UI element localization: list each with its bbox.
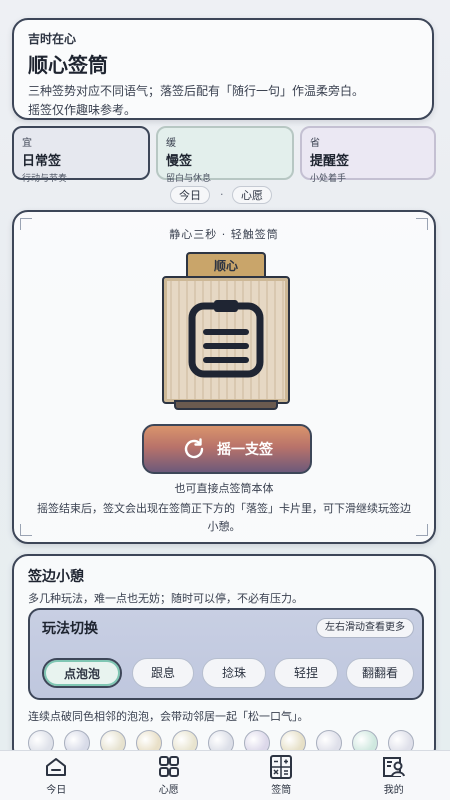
tab-label: 我的 [383, 785, 404, 796]
mode-name: 提醒签 [310, 154, 350, 169]
result-description: 摇签结束后，签文会出现在签筒正下方的「落签」卡片里，可下滑继续玩签边小憩。 [37, 502, 411, 533]
tab-profile[interactable]: 我的 [338, 751, 450, 800]
game-chip-beads[interactable]: 捻珠 [202, 658, 266, 688]
header-desc-line1: 三种签势对应不同语气；落签后配有「随行一句」作温柔旁白。 [28, 84, 365, 98]
corner-decoration [416, 524, 428, 536]
mode-tag: 缓 [166, 138, 176, 149]
mode-subtitle: 行动与节奏 [22, 174, 68, 184]
grid-icon [158, 756, 179, 777]
game-switch-title: 玩法切换 [42, 621, 98, 637]
mode-card-slow[interactable]: 缓 慢签 留白与休息 [156, 126, 294, 184]
scroll-more-hint[interactable]: 左右滑动查看更多 [316, 618, 414, 638]
header-eyebrow: 吉时在心 [28, 32, 77, 46]
shake-button-label: 摇一支签 [217, 442, 273, 458]
corner-decoration [20, 524, 32, 536]
mode-subtitle: 留白与休息 [166, 174, 212, 184]
mode-name: 慢签 [166, 154, 193, 169]
tab-label: 心愿 [158, 785, 179, 796]
games-card: 签边小憩 多几种玩法，难一点也无妨；随时可以停，不必有压力。 玩法切换 左右滑动… [12, 554, 436, 764]
game-chip-flip[interactable]: 翻翻看 [346, 658, 414, 688]
home-icon [46, 758, 67, 776]
segment-separator: · [220, 188, 224, 201]
tap-hint: 也可直接点签筒本体 [174, 482, 274, 495]
header-desc-line2: 摇签仅作趣味参考。 [28, 103, 137, 117]
games-description: 多几种玩法，难一点也无妨；随时可以停，不必有压力。 [28, 592, 303, 605]
tab-wish[interactable]: 心愿 [113, 751, 226, 800]
segment-today[interactable]: 今日 [170, 186, 210, 204]
header-description: 三种签势对应不同语气；落签后配有「随行一句」作温柔旁白。 摇签仅作趣味参考。 [28, 82, 418, 120]
game-note: 连续点破同色相邻的泡泡，会带动邻居一起「松一口气」。 [28, 710, 309, 723]
tab-label: 今日 [46, 785, 67, 796]
tab-label: 签筒 [271, 785, 292, 796]
stick-card: 静心三秒 · 轻触签筒 顺心 摇一支签 也可直接点签筒本体 摇签结束后，签文会出… [12, 210, 436, 544]
list-document-icon [188, 300, 264, 378]
mode-card-daily[interactable]: 宜 日常签 行动与节奏 [12, 126, 150, 184]
tab-today[interactable]: 今日 [0, 751, 113, 800]
mode-tag: 宜 [22, 138, 32, 149]
mode-subtitle: 小处着手 [310, 174, 347, 184]
stick-hint: 静心三秒 · 轻触签筒 [169, 228, 279, 241]
game-chip-squeeze[interactable]: 轻捏 [274, 658, 338, 688]
games-title: 签边小憩 [28, 569, 84, 585]
mode-name: 日常签 [22, 154, 62, 169]
shake-stick-button[interactable]: 摇一支签 [142, 424, 312, 474]
game-chip-bubbles[interactable]: 点泡泡 [42, 658, 122, 688]
tab-stick[interactable]: 签筒 [225, 751, 338, 800]
mode-tag: 省 [310, 138, 320, 149]
game-switch-panel: 玩法切换 左右滑动查看更多 点泡泡 跟息 捻珠 轻捏 翻翻看 [28, 608, 424, 700]
game-chip-breathe[interactable]: 跟息 [132, 658, 194, 688]
calculator-icon [270, 755, 293, 779]
segment-wish[interactable]: 心愿 [232, 186, 272, 204]
profile-icon [382, 757, 405, 777]
bottom-tab-bar: 今日 心愿 签筒 我的 [0, 750, 450, 800]
stick-box-base [174, 400, 278, 410]
refresh-icon [184, 438, 204, 459]
header-card: 吉时在心 顺心签筒 三种签势对应不同语气；落签后配有「随行一句」作温柔旁白。 摇… [12, 18, 434, 120]
mode-card-reminder[interactable]: 省 提醒签 小处着手 [300, 126, 436, 184]
page-title: 顺心签筒 [28, 53, 108, 77]
